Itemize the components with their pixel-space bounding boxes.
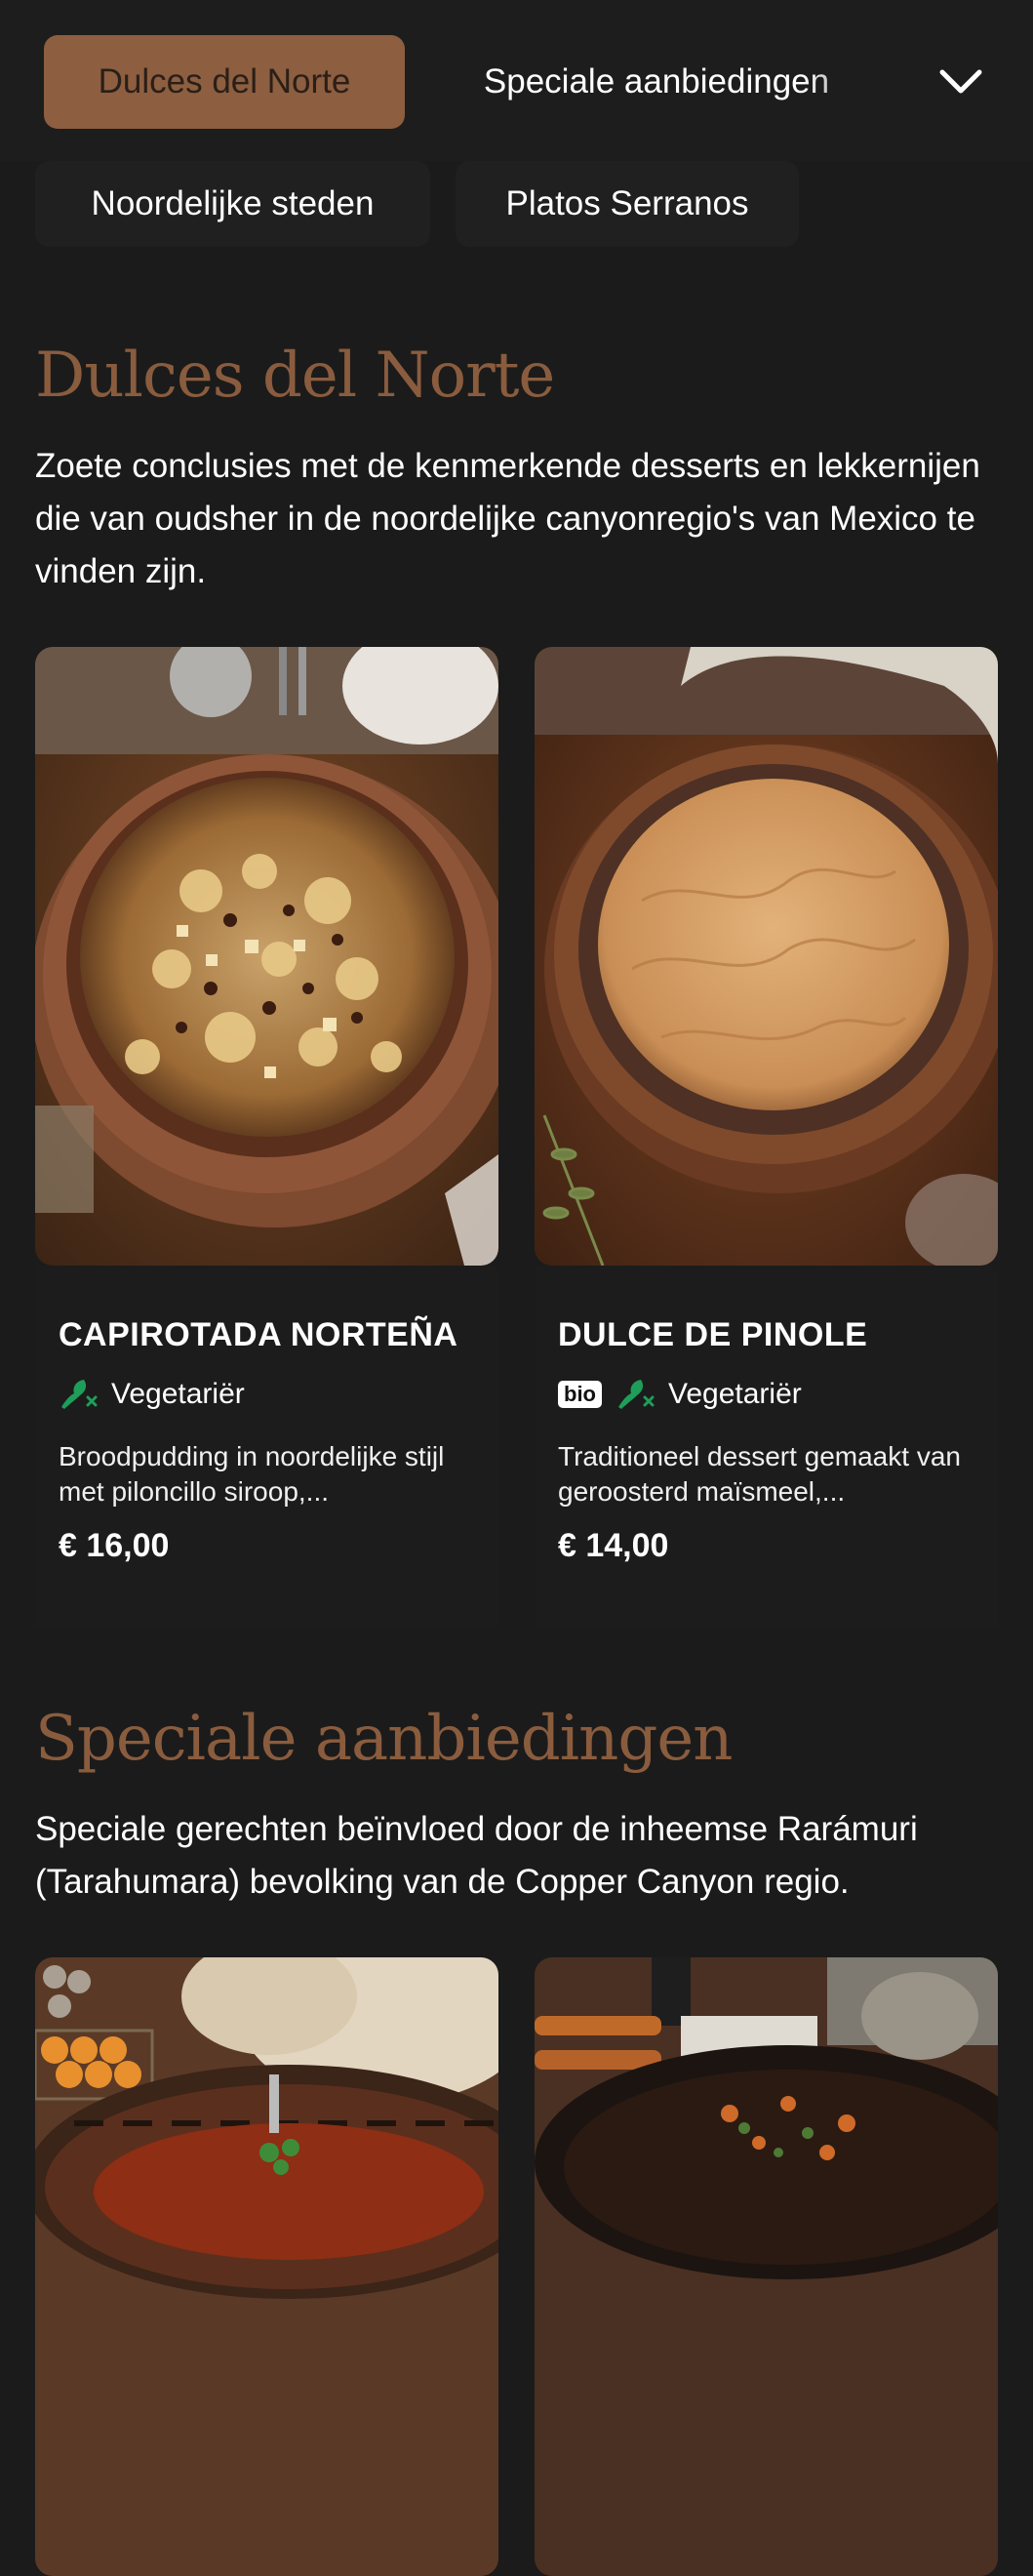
section-title-speciale: Speciale aanbiedingen [35, 1703, 733, 1775]
tab-speciale-aanbiedingen[interactable]: Speciale aanbiedingen [447, 35, 866, 129]
vegetarian-icon [616, 1378, 655, 1411]
menu-item-description: Broodpudding in noordelijke stijl met pi… [59, 1441, 445, 1507]
menu-item-card[interactable] [535, 1957, 998, 2576]
bio-badge: bio [558, 1381, 602, 1408]
menu-item-price: € 16,00 [59, 1527, 170, 1564]
menu-item-name: DULCE DE PINOLE [558, 1316, 868, 1353]
diet-tags: Vegetariër [59, 1375, 245, 1414]
section-title-dulces: Dulces del Norte [35, 340, 555, 412]
category-nav-overflow: Noordelijke steden Platos Serranos [0, 161, 1033, 249]
chevron-down-icon[interactable] [934, 59, 987, 105]
diet-tags: bio Vegetariër [558, 1375, 802, 1414]
tab-dulces-del-norte[interactable]: Dulces del Norte [44, 35, 405, 129]
diet-label: Vegetariër [111, 1378, 245, 1410]
menu-item-name: CAPIROTADA NORTEÑA [59, 1316, 458, 1353]
section-description-dulces: Zoete conclusies met de kenmerkende dess… [35, 447, 980, 590]
menu-item-card[interactable]: DULCE DE PINOLE bio Vegetariër Tradition… [535, 647, 998, 1627]
pinole-dessert-photo [535, 647, 998, 1266]
diet-label: Vegetariër [668, 1378, 802, 1410]
vegetarian-icon [59, 1378, 98, 1411]
menu-item-card[interactable]: CAPIROTADA NORTEÑA Vegetariër Broodpuddi… [35, 647, 498, 1627]
menu-item-card[interactable] [35, 1957, 498, 2576]
roasted-vegetables-skillet-photo [535, 1957, 998, 2576]
menu-item-description: Traditioneel dessert gemaakt van geroost… [558, 1441, 961, 1507]
menu-item-info: DULCE DE PINOLE bio Vegetariër Tradition… [535, 1266, 998, 1627]
section-description-speciale: Speciale gerechten beïnvloed door de inh… [35, 1810, 918, 1901]
menu-item-price: € 14,00 [558, 1527, 669, 1564]
bread-pudding-photo [35, 647, 498, 1266]
menu-item-info: CAPIROTADA NORTEÑA Vegetariër Broodpuddi… [35, 1266, 498, 1627]
tab-noordelijke-steden[interactable]: Noordelijke steden [35, 161, 430, 247]
category-nav: Dulces del Norte Speciale aanbiedingen [0, 0, 1033, 161]
tab-platos-serranos[interactable]: Platos Serranos [456, 161, 799, 247]
stew-with-tortillas-photo [35, 1957, 498, 2576]
